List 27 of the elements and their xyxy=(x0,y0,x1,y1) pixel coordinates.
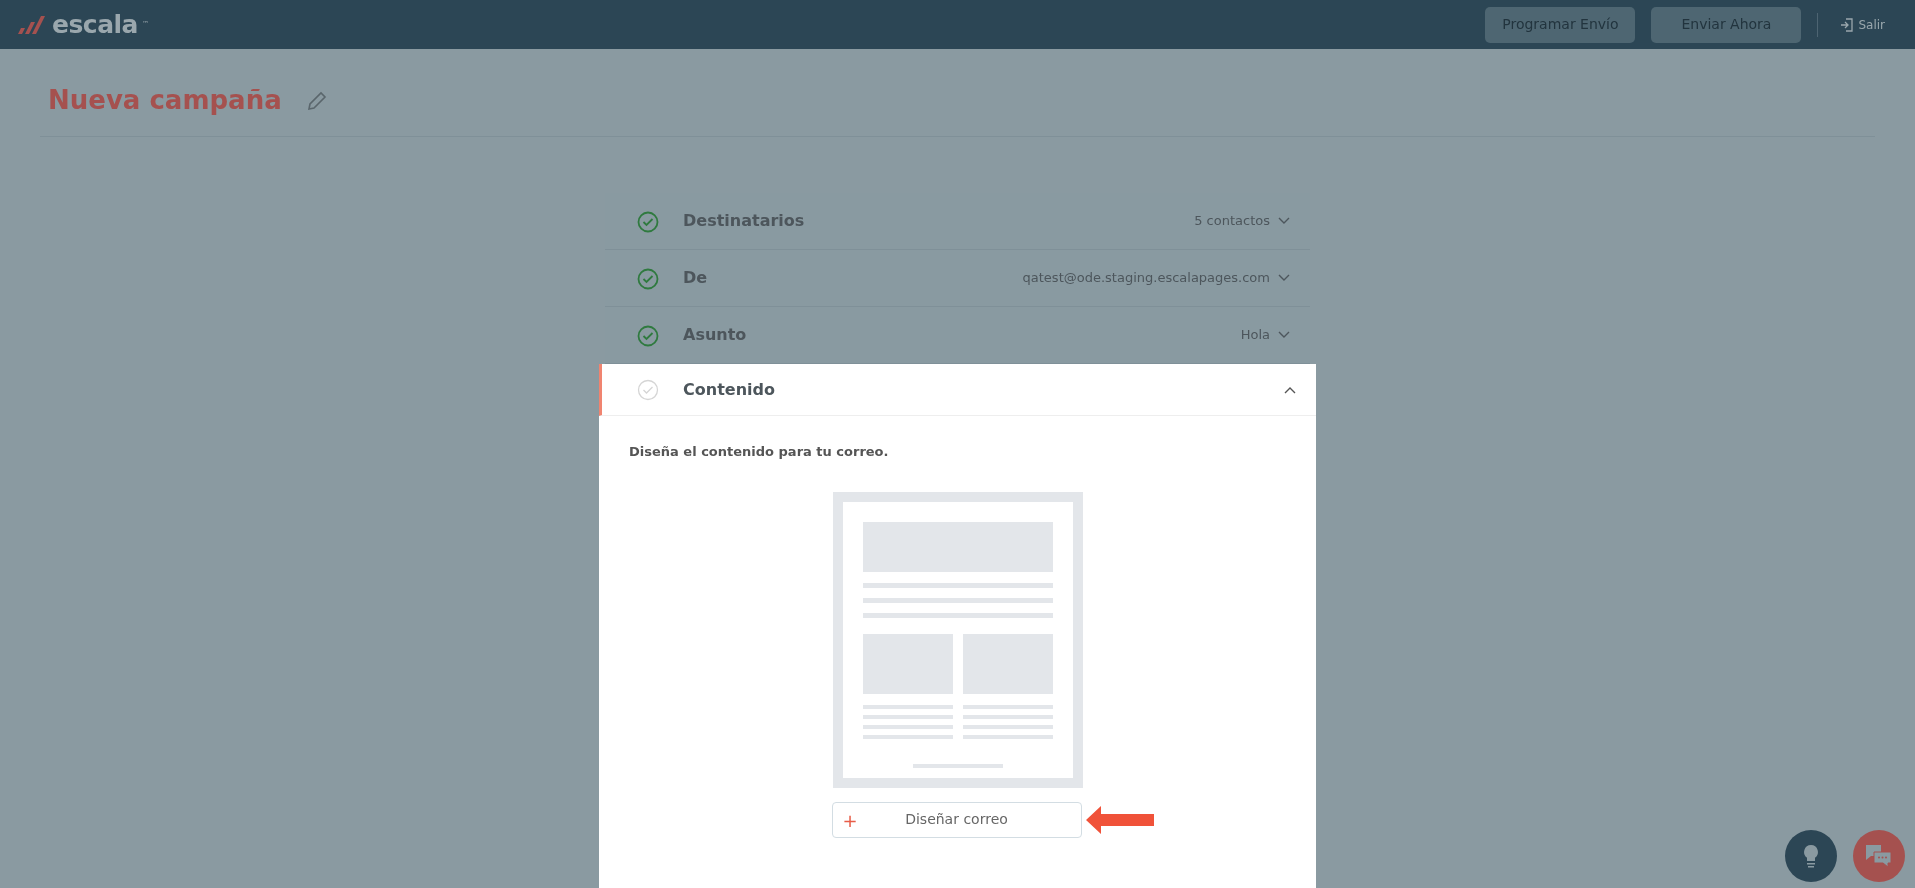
check-circle-icon xyxy=(637,266,659,291)
logo-text: escala xyxy=(52,8,138,41)
chevron-down-icon xyxy=(1278,274,1290,283)
lightbulb-icon xyxy=(1802,844,1820,868)
logout-button[interactable]: Salir xyxy=(1834,14,1891,35)
check-circle-outline-icon xyxy=(637,377,659,402)
chat-button[interactable] xyxy=(1853,830,1905,882)
check-circle-icon xyxy=(637,209,659,234)
chat-bubbles-icon xyxy=(1865,844,1893,868)
chevron-down-icon xyxy=(1278,331,1290,340)
section-title: De xyxy=(683,267,709,290)
section-title: Asunto xyxy=(683,324,748,347)
page-title: Nueva campaña xyxy=(48,85,282,117)
description-text: Diseña el contenido para tu correo. xyxy=(629,443,890,462)
section-summary: Hola xyxy=(1240,326,1270,345)
chevron-down-icon xyxy=(1278,217,1290,226)
section-title: Contenido xyxy=(683,378,776,401)
pointing-arrow-icon xyxy=(1085,804,1154,835)
design-email-button[interactable]: + Diseñar correo xyxy=(831,801,1082,838)
section-summary: qatest@ode.staging.escalapages.com xyxy=(1022,269,1270,288)
check-circle-icon xyxy=(637,323,659,348)
section-title: Destinatarios xyxy=(683,210,806,233)
lightbulb-button[interactable] xyxy=(1785,830,1837,882)
section-summary: 5 contactos xyxy=(1194,212,1270,231)
logout-icon xyxy=(1840,17,1855,32)
accordion-header[interactable]: Contenido xyxy=(599,364,1316,417)
chevron-up-icon xyxy=(1284,385,1296,394)
